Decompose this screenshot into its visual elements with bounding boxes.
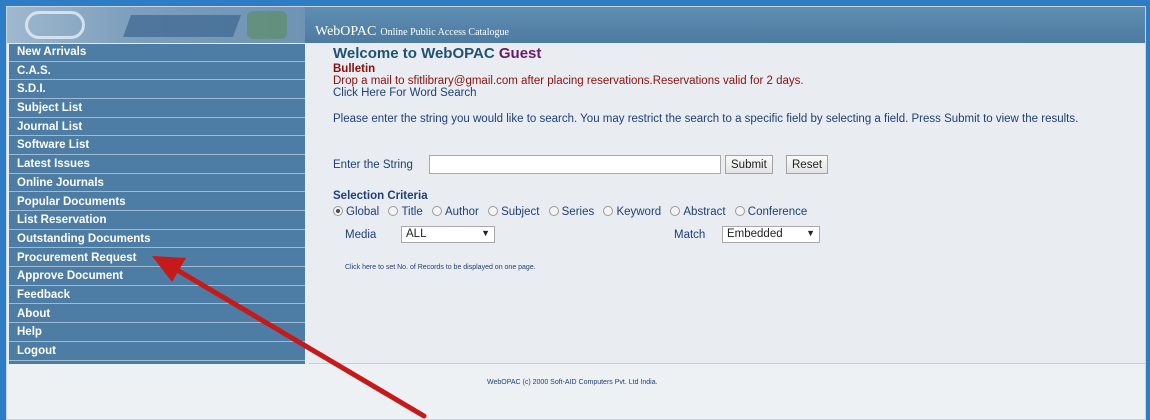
records-per-page-link[interactable]: Click here to set No. of Records to be d…: [345, 264, 536, 271]
banner-image: [7, 7, 305, 43]
sidebar-nav: New Arrivals C.A.S. S.D.I. Subject List …: [9, 44, 305, 364]
sidebar-item-approve-document[interactable]: Approve Document: [9, 268, 305, 286]
search-label: Enter the String: [333, 159, 413, 171]
reset-button[interactable]: Reset: [786, 155, 829, 174]
radio-label: Abstract: [683, 206, 726, 218]
sidebar-item-software-list[interactable]: Software List: [9, 137, 305, 155]
selection-criteria-label: Selection Criteria: [333, 190, 428, 202]
radio-series[interactable]: Series: [548, 206, 595, 218]
app-name: WebOPAC: [315, 24, 377, 39]
footer: [7, 364, 1145, 419]
main-content: Welcome to WebOPAC Guest Bulletin Drop a…: [333, 45, 1143, 271]
chevron-down-icon: ▼: [806, 228, 815, 238]
radio-label: Global: [346, 206, 380, 218]
app-subtitle: Online Public Access Catalogue: [380, 27, 509, 38]
radio-button-icon: [388, 206, 399, 216]
sidebar-item-sdi[interactable]: S.D.I.: [9, 81, 305, 99]
radio-button-icon: [603, 206, 614, 216]
media-label: Media: [345, 229, 377, 241]
match-label: Match: [674, 229, 706, 241]
sidebar-item-journal-list[interactable]: Journal List: [9, 118, 305, 137]
bulletin-text: Drop a mail to sfitlibrary@gmail.com aft…: [333, 75, 804, 87]
radio-label: Series: [561, 206, 595, 218]
welcome-text: Welcome to WebOPAC: [333, 45, 495, 62]
radio-label: Title: [401, 206, 423, 218]
match-select[interactable]: Embedded ▼: [722, 226, 820, 243]
radio-button-icon: [670, 206, 681, 216]
word-search-link[interactable]: Click Here For Word Search: [333, 87, 1143, 99]
radio-label: Keyword: [616, 206, 662, 218]
selection-criteria-radios: Global Title Author Subject Series Keywo…: [333, 206, 813, 218]
radio-button-icon: [734, 206, 745, 216]
sidebar-item-outstanding-documents[interactable]: Outstanding Documents: [9, 230, 305, 249]
radio-abstract[interactable]: Abstract: [670, 206, 726, 218]
radio-label: Subject: [501, 206, 540, 218]
radio-label: Author: [444, 206, 479, 218]
sidebar-item-subject-list[interactable]: Subject List: [9, 100, 305, 118]
app-window: WebOPAC Online Public Access Catalogue Ne…: [6, 6, 1146, 420]
sidebar-item-new-arrivals[interactable]: New Arrivals: [9, 44, 305, 62]
search-input[interactable]: [429, 155, 721, 174]
header-bar: WebOPAC Online Public Access Catalogue: [7, 7, 1145, 43]
media-value: ALL: [406, 228, 427, 240]
media-select[interactable]: ALL ▼: [401, 226, 495, 243]
radio-button-icon: [488, 206, 499, 216]
search-instructions: Please enter the string you would like t…: [333, 113, 1079, 125]
radio-button-icon: [333, 206, 343, 216]
footer-copyright: WebOPAC (c) 2000 Soft-AID Computers Pvt.…: [487, 379, 658, 386]
page-title: Welcome to WebOPAC Guest: [333, 45, 1143, 62]
sidebar-item-help[interactable]: Help: [9, 324, 305, 342]
bulletin-heading: Bulletin: [333, 63, 376, 75]
sidebar-item-popular-documents[interactable]: Popular Documents: [9, 193, 305, 211]
sidebar-item-logout[interactable]: Logout: [9, 343, 305, 361]
radio-button-icon: [431, 206, 442, 216]
radio-label: Conference: [747, 206, 808, 218]
chevron-down-icon: ▼: [481, 228, 490, 238]
sidebar-item-cas[interactable]: C.A.S.: [9, 62, 305, 81]
radio-keyword[interactable]: Keyword: [603, 206, 661, 218]
sidebar-item-latest-issues[interactable]: Latest Issues: [9, 156, 305, 174]
submit-button[interactable]: Submit: [725, 155, 773, 174]
radio-conference[interactable]: Conference: [734, 206, 808, 218]
radio-title[interactable]: Title: [388, 206, 423, 218]
sidebar-item-procurement-request[interactable]: Procurement Request: [9, 249, 305, 268]
sidebar-item-online-journals[interactable]: Online Journals: [9, 174, 305, 193]
match-value: Embedded: [727, 228, 783, 240]
radio-button-icon: [548, 206, 559, 216]
app-title: WebOPAC Online Public Access Catalogue: [315, 24, 509, 40]
user-name: Guest: [498, 45, 542, 62]
radio-subject[interactable]: Subject: [488, 206, 539, 218]
radio-author[interactable]: Author: [431, 206, 479, 218]
radio-global[interactable]: Global: [333, 206, 379, 218]
sidebar-item-list-reservation[interactable]: List Reservation: [9, 212, 305, 230]
sidebar-item-about[interactable]: About: [9, 305, 305, 324]
sidebar-item-feedback[interactable]: Feedback: [9, 286, 305, 305]
